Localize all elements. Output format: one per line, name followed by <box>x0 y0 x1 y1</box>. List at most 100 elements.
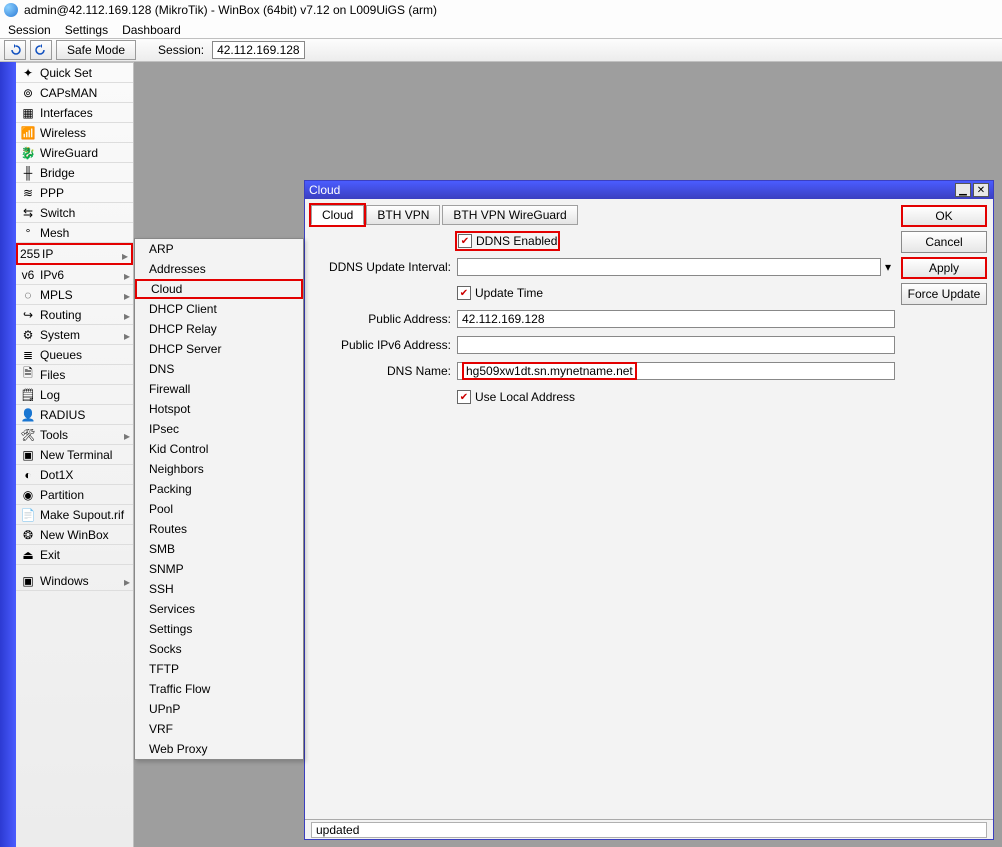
submenu-pool[interactable]: Pool <box>135 499 303 519</box>
nav-supout[interactable]: 📄Make Supout.rif <box>16 505 133 525</box>
submenu-dhcp-server[interactable]: DHCP Server <box>135 339 303 359</box>
nav-new-terminal[interactable]: ▣New Terminal <box>16 445 133 465</box>
nav-system[interactable]: ⚙System▸ <box>16 325 133 345</box>
apply-button[interactable]: Apply <box>901 257 987 279</box>
redo-button[interactable] <box>30 40 52 60</box>
nav-label: IP <box>42 247 53 261</box>
undo-button[interactable] <box>4 40 26 60</box>
nav-label: System <box>40 328 80 342</box>
nav-interfaces[interactable]: ▦Interfaces <box>16 103 133 123</box>
submenu-arp[interactable]: ARP <box>135 239 303 259</box>
nav-wireless[interactable]: 📶Wireless <box>16 123 133 143</box>
tab-cloud[interactable]: Cloud <box>311 205 364 225</box>
use-local-address-checkbox[interactable] <box>457 390 471 404</box>
submenu-packing[interactable]: Packing <box>135 479 303 499</box>
submenu-kid-control[interactable]: Kid Control <box>135 439 303 459</box>
submenu-firewall[interactable]: Firewall <box>135 379 303 399</box>
submenu-services[interactable]: Services <box>135 599 303 619</box>
nav-new-winbox[interactable]: ❂New WinBox <box>16 525 133 545</box>
submenu-dhcp-relay[interactable]: DHCP Relay <box>135 319 303 339</box>
submenu-web-proxy[interactable]: Web Proxy <box>135 739 303 759</box>
submenu-ssh[interactable]: SSH <box>135 579 303 599</box>
nav-mpls[interactable]: ◌MPLS▸ <box>16 285 133 305</box>
btn-label: OK <box>935 209 952 223</box>
status-text: updated <box>316 823 359 837</box>
nav-switch[interactable]: ⇆Switch <box>16 203 133 223</box>
nav-wireguard[interactable]: 🐉WireGuard <box>16 143 133 163</box>
submenu-dhcp-client[interactable]: DHCP Client <box>135 299 303 319</box>
ok-button[interactable]: OK <box>901 205 987 227</box>
dialog-titlebar[interactable]: Cloud ▁ ✕ <box>305 181 993 199</box>
safe-mode-button[interactable]: Safe Mode <box>56 40 136 60</box>
public-ipv6-field[interactable] <box>457 336 895 354</box>
submenu-label: DHCP Server <box>149 342 221 356</box>
ddns-enabled-checkbox[interactable] <box>458 234 472 248</box>
submenu-label: Web Proxy <box>149 742 207 756</box>
nav-ipv6[interactable]: v6IPv6▸ <box>16 265 133 285</box>
dns-name-value: hg509xw1dt.sn.mynetname.net <box>462 362 637 380</box>
nav-ppp[interactable]: ≋PPP <box>16 183 133 203</box>
nav-partition[interactable]: ◉ Partition <box>16 485 133 505</box>
nav-label: Log <box>40 388 60 402</box>
nav-windows[interactable]: ▣Windows▸ <box>16 571 133 591</box>
submenu-snmp[interactable]: SNMP <box>135 559 303 579</box>
ip-icon: 255 <box>22 247 38 261</box>
submenu-tftp[interactable]: TFTP <box>135 659 303 679</box>
menu-settings[interactable]: Settings <box>65 23 108 37</box>
chevron-right-icon: ▸ <box>124 309 130 323</box>
dropdown-icon[interactable]: ▾ <box>881 260 895 274</box>
nav-bridge[interactable]: ╫Bridge <box>16 163 133 183</box>
session-label: Session: <box>158 43 204 57</box>
nav-exit[interactable]: ⏏Exit <box>16 545 133 565</box>
submenu-dns[interactable]: DNS <box>135 359 303 379</box>
public-address-field[interactable]: 42.112.169.128 <box>457 310 895 328</box>
submenu-addresses[interactable]: Addresses <box>135 259 303 279</box>
dns-name-field[interactable]: hg509xw1dt.sn.mynetname.net <box>457 362 895 380</box>
update-interval-field[interactable] <box>457 258 881 276</box>
submenu-ipsec[interactable]: IPsec <box>135 419 303 439</box>
partition-icon: ◉ <box>20 488 36 502</box>
force-update-button[interactable]: Force Update <box>901 283 987 305</box>
nav-label: Partition <box>40 488 84 502</box>
nav-mesh[interactable]: °Mesh <box>16 223 133 243</box>
submenu-cloud[interactable]: Cloud <box>135 279 303 299</box>
nav-ip[interactable]: 255IP▸ <box>16 243 133 265</box>
submenu-label: Cloud <box>151 282 182 296</box>
chevron-right-icon: ▸ <box>124 575 130 589</box>
nav-tools[interactable]: 🛠Tools▸ <box>16 425 133 445</box>
ip-submenu: ARP Addresses Cloud DHCP Client DHCP Rel… <box>134 238 304 760</box>
submenu-label: UPnP <box>149 702 180 716</box>
submenu-socks[interactable]: Socks <box>135 639 303 659</box>
nav-log[interactable]: 🗒Log <box>16 385 133 405</box>
mpls-icon: ◌ <box>20 288 36 302</box>
submenu-label: Hotspot <box>149 402 190 416</box>
nav-quick-set[interactable]: ✦Quick Set <box>16 63 133 83</box>
submenu-routes[interactable]: Routes <box>135 519 303 539</box>
submenu-vrf[interactable]: VRF <box>135 719 303 739</box>
submenu-traffic-flow[interactable]: Traffic Flow <box>135 679 303 699</box>
windows-icon: ▣ <box>20 574 36 588</box>
nav-files[interactable]: 🗎Files <box>16 365 133 385</box>
update-time-checkbox[interactable] <box>457 286 471 300</box>
submenu-settings[interactable]: Settings <box>135 619 303 639</box>
close-button[interactable]: ✕ <box>973 183 989 197</box>
tab-bth-vpn-wireguard[interactable]: BTH VPN WireGuard <box>442 205 577 225</box>
cancel-button[interactable]: Cancel <box>901 231 987 253</box>
submenu-neighbors[interactable]: Neighbors <box>135 459 303 479</box>
nav-routing[interactable]: ↪Routing▸ <box>16 305 133 325</box>
nav-capsman[interactable]: ⊚CAPsMAN <box>16 83 133 103</box>
minimize-button[interactable]: ▁ <box>955 183 971 197</box>
nav-queues[interactable]: ≣Queues <box>16 345 133 365</box>
wifi-icon: 📶 <box>20 126 36 140</box>
submenu-smb[interactable]: SMB <box>135 539 303 559</box>
nav-radius[interactable]: 👤RADIUS <box>16 405 133 425</box>
menu-session[interactable]: Session <box>8 23 51 37</box>
mesh-icon: ° <box>20 226 36 240</box>
tab-bth-vpn[interactable]: BTH VPN <box>366 205 440 225</box>
submenu-hotspot[interactable]: Hotspot <box>135 399 303 419</box>
nav-label: Queues <box>40 348 82 362</box>
submenu-upnp[interactable]: UPnP <box>135 699 303 719</box>
submenu-label: Firewall <box>149 382 190 396</box>
menu-dashboard[interactable]: Dashboard <box>122 23 181 37</box>
nav-dot1x[interactable]: ◐Dot1X <box>16 465 133 485</box>
